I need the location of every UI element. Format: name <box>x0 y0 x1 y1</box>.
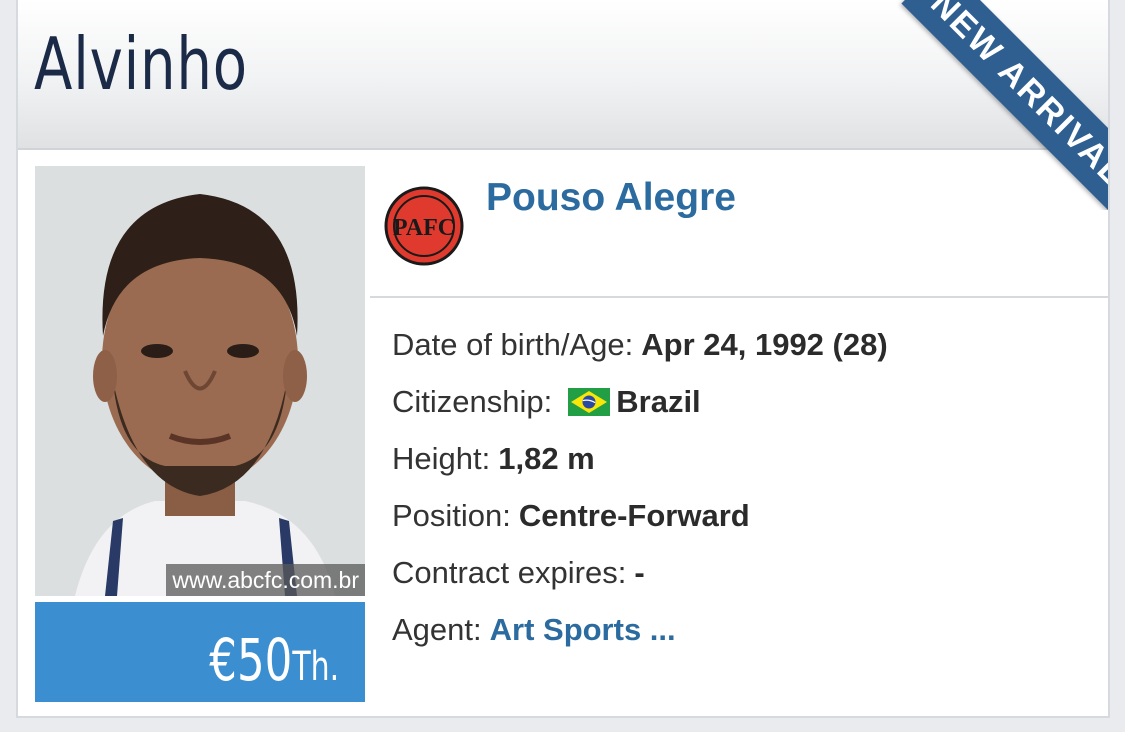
fact-height: Height: 1,82 m <box>392 430 888 487</box>
club-name-link[interactable]: Pouso Alegre <box>486 176 736 220</box>
market-value-amount: €50 <box>209 626 293 694</box>
fact-value: Apr 24, 1992 (28) <box>641 326 888 362</box>
brazil-flag-icon <box>568 387 611 416</box>
fact-label: Position: <box>392 497 511 533</box>
fact-position: Position: Centre-Forward <box>392 487 888 544</box>
fact-value: 1,82 m <box>498 440 595 476</box>
club-crest-icon[interactable]: PAFC <box>384 186 464 266</box>
market-value-box[interactable]: €50Th. <box>35 602 365 702</box>
fact-label: Citizenship: <box>392 383 553 419</box>
fact-citizenship: Citizenship: Brazil <box>392 373 888 430</box>
fact-label: Height: <box>392 440 491 476</box>
player-name: Alvinho <box>34 22 248 106</box>
fact-date-of-birth: Date of birth/Age: Apr 24, 1992 (28) <box>392 316 888 373</box>
market-value-suffix: Th. <box>292 644 339 690</box>
ribbon-label: NEW ARRIVAL <box>901 0 1108 210</box>
club-crest-letters: PAFC <box>393 215 455 241</box>
photo-credit: www.abcfc.com.br <box>166 564 365 596</box>
fact-label: Agent: <box>392 611 482 647</box>
player-card: Alvinho NEW ARRIVAL www.abcfc.com.br €50… <box>16 0 1110 718</box>
fact-label: Date of birth/Age: <box>392 326 634 362</box>
fact-label: Contract expires: <box>392 554 627 590</box>
player-facts: Date of birth/Age: Apr 24, 1992 (28) Cit… <box>392 316 888 658</box>
fact-value: Centre-Forward <box>518 497 750 533</box>
player-portrait-image <box>35 166 365 596</box>
section-divider <box>370 296 1108 298</box>
agent-link[interactable]: Art Sports ... <box>490 612 676 648</box>
player-photo[interactable]: www.abcfc.com.br <box>35 166 365 596</box>
fact-agent: Agent: Art Sports ... <box>392 601 888 658</box>
fact-value: - <box>634 554 645 590</box>
fact-contract-expires: Contract expires: - <box>392 544 888 601</box>
new-arrival-ribbon: NEW ARRIVAL <box>888 0 1108 210</box>
fact-value: Brazil <box>616 383 701 419</box>
market-value: €50Th. <box>209 626 339 694</box>
